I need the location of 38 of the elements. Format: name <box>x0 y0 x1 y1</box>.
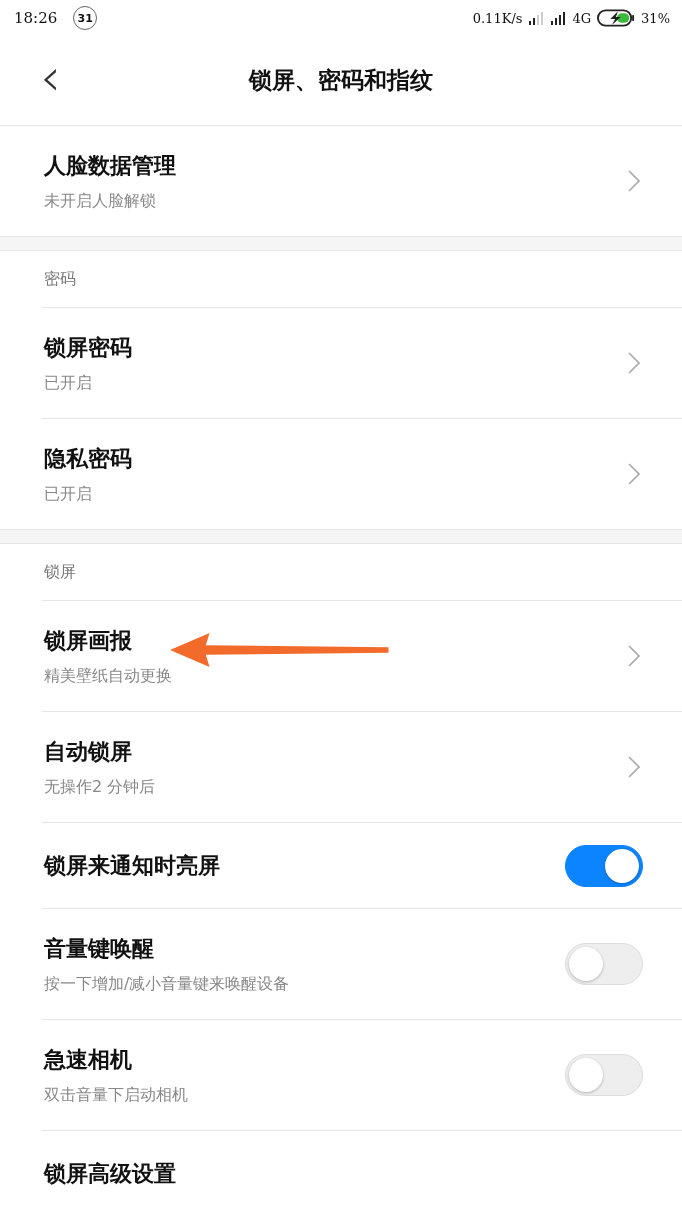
settings-row[interactable]: 自动锁屏 无操作2 分钟后 <box>42 712 682 823</box>
row-title: 锁屏画报 <box>44 626 132 655</box>
row-subtitle: 按一下增加/减小音量键来唤醒设备 <box>44 973 290 995</box>
row-title: 自动锁屏 <box>44 737 132 766</box>
row-title: 急速相机 <box>44 1045 132 1074</box>
network-type: 4G <box>572 10 592 26</box>
signal-icon <box>528 11 545 25</box>
settings-row[interactable]: 锁屏密码 已开启 <box>42 308 682 419</box>
section-heading: 锁屏 <box>42 544 682 601</box>
section-heading: 密码 <box>42 251 682 308</box>
network-speed: 0.11K/s <box>472 10 523 26</box>
row-subtitle: 已开启 <box>44 483 92 505</box>
row-title: 音量键唤醒 <box>44 934 154 963</box>
chevron-icon <box>628 352 640 374</box>
row-subtitle: 已开启 <box>44 372 92 394</box>
back-button[interactable]: ‹ <box>40 50 61 111</box>
chevron-icon <box>628 170 640 192</box>
settings-row[interactable]: 隐私密码 已开启 <box>42 419 682 529</box>
status-time: 18:26 <box>14 9 58 27</box>
signal-icon <box>550 11 567 25</box>
battery-icon <box>597 9 636 27</box>
row-title: 锁屏来通知时亮屏 <box>44 851 220 880</box>
chevron-icon <box>628 645 640 667</box>
row-title: 隐私密码 <box>44 444 132 473</box>
chevron-icon <box>628 756 640 778</box>
chevron-icon <box>628 463 640 485</box>
settings-row[interactable]: 锁屏画报 精美壁纸自动更换 <box>42 601 682 712</box>
row-subtitle: 双击音量下启动相机 <box>44 1084 188 1106</box>
battery-level: 31% <box>641 10 670 26</box>
row-subtitle: 无操作2 分钟后 <box>44 776 156 798</box>
row-subtitle: 未开启人脸解锁 <box>44 190 156 212</box>
settings-row[interactable]: 锁屏高级设置 <box>42 1131 682 1212</box>
row-title: 锁屏密码 <box>44 333 132 362</box>
row-title: 锁屏高级设置 <box>44 1159 176 1188</box>
row-subtitle: 精美壁纸自动更换 <box>44 665 172 687</box>
row-title: 人脸数据管理 <box>44 151 176 180</box>
page-title: 锁屏、密码和指纹 <box>249 66 433 95</box>
toggle-switch[interactable] <box>565 844 643 887</box>
